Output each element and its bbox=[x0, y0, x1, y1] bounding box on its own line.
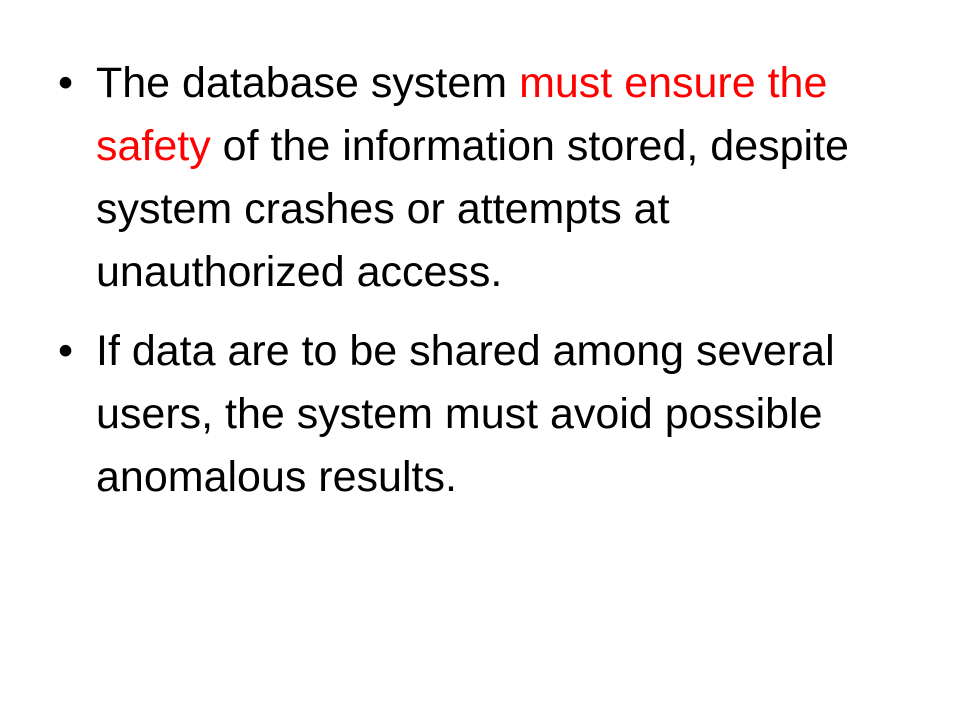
bullet-item-2: • If data are to be shared among several… bbox=[58, 320, 918, 509]
text-segment: The database system bbox=[96, 59, 520, 107]
bullet-list: • The database system must ensure the sa… bbox=[58, 52, 918, 525]
bullet-dot-icon: • bbox=[58, 327, 74, 375]
bullet-text: The database system must ensure the safe… bbox=[96, 52, 918, 304]
bullet-dot-icon: • bbox=[58, 59, 74, 107]
bullet-text: If data are to be shared among several u… bbox=[96, 320, 918, 509]
text-segment: If data are to be shared among several u… bbox=[96, 327, 835, 501]
slide: • The database system must ensure the sa… bbox=[0, 0, 960, 720]
bullet-item-1: • The database system must ensure the sa… bbox=[58, 52, 918, 304]
